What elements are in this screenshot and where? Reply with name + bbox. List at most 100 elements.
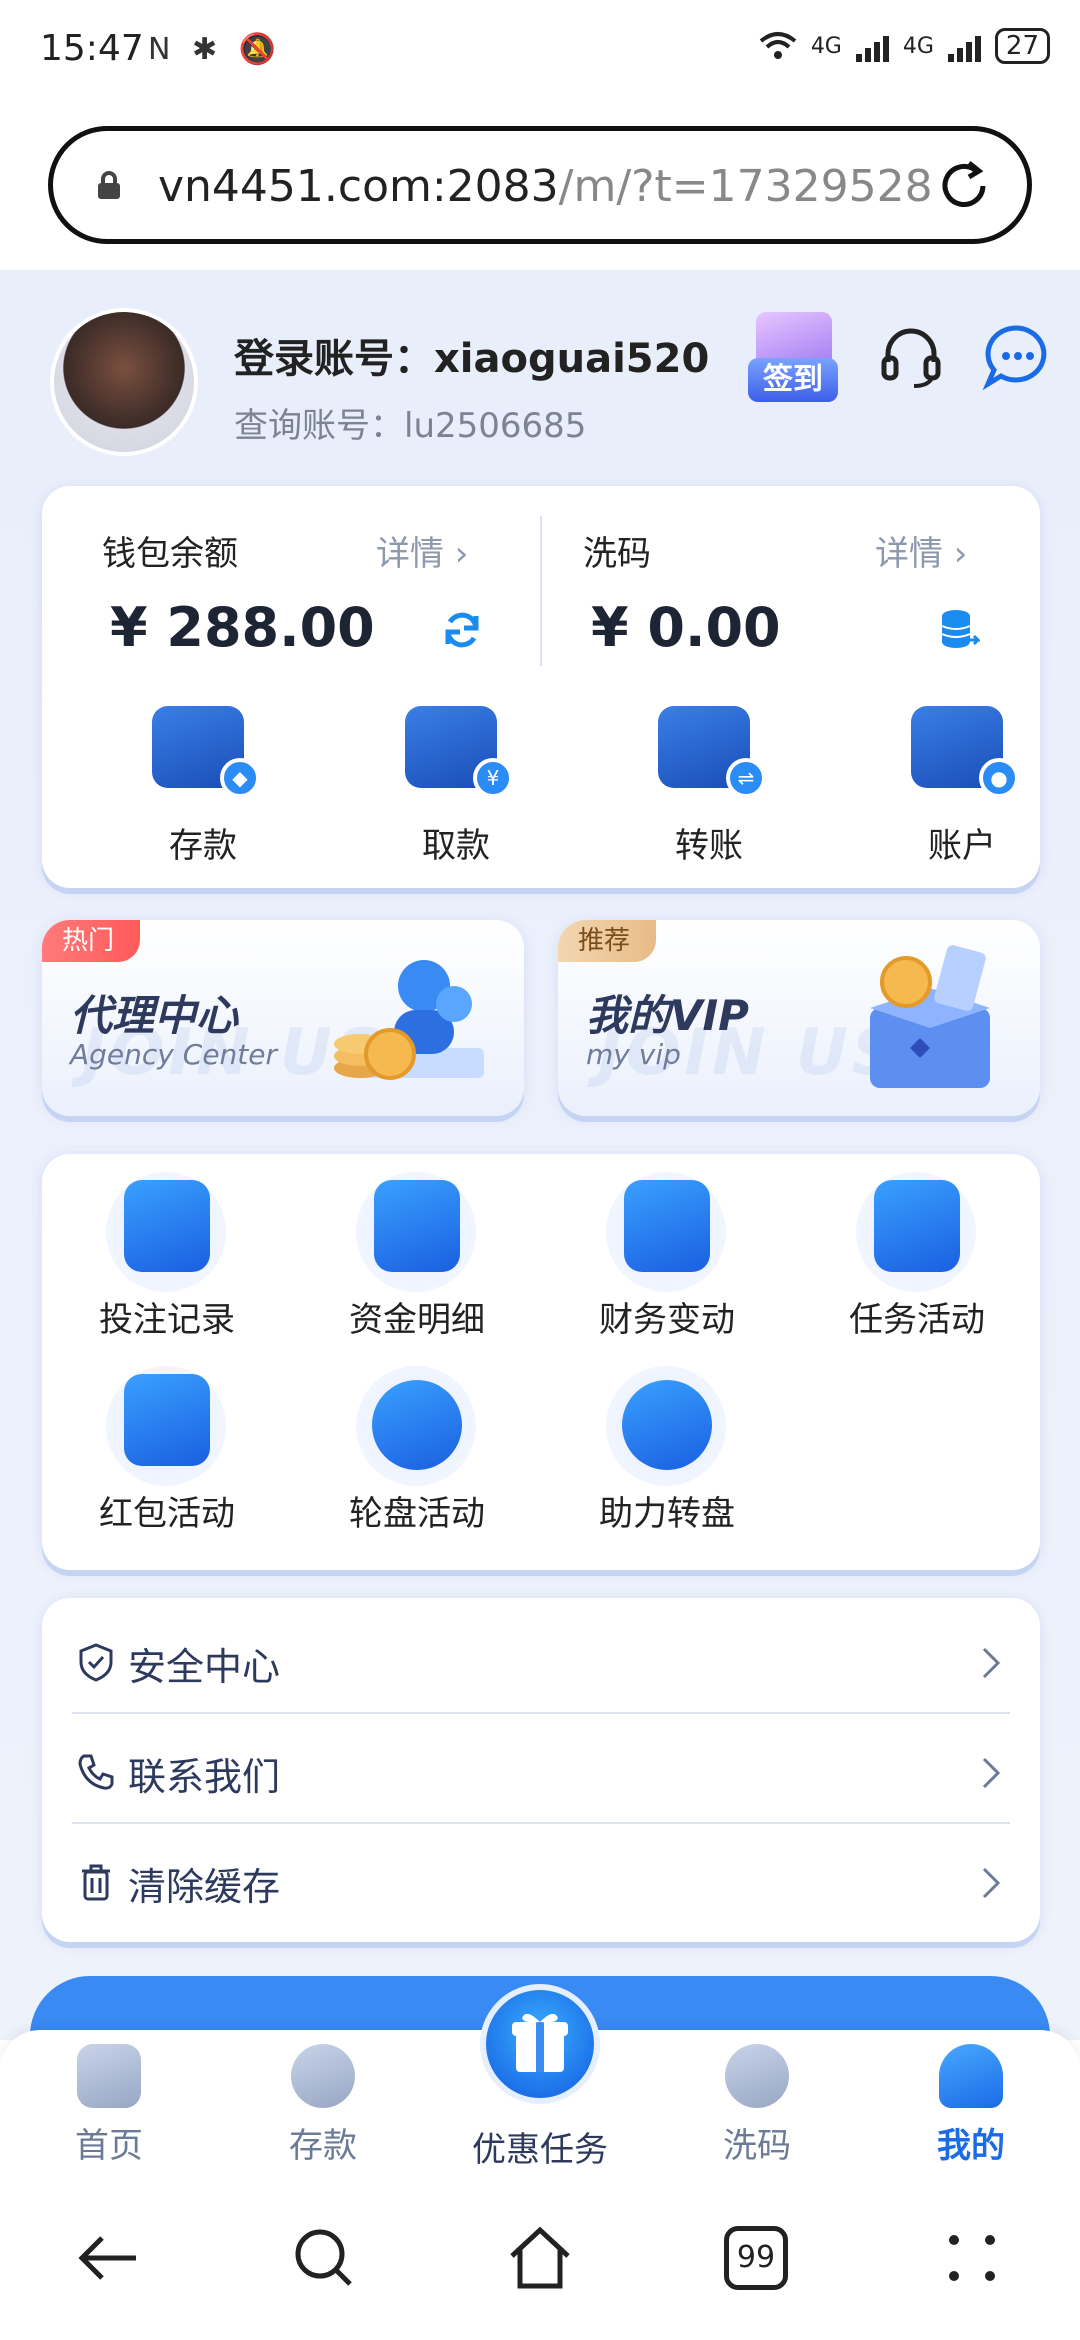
tab-deposit-label: 存款 — [289, 2126, 357, 2166]
user-icon — [939, 2044, 1003, 2108]
wifi-icon — [759, 32, 797, 59]
tab-home-label: 首页 — [75, 2126, 143, 2166]
task-activity-label: 任务活动 — [849, 1300, 985, 1340]
assist-wheel-item[interactable]: 助力转盘 — [542, 1348, 792, 1534]
agency-title: 代理中心 — [70, 991, 239, 1040]
tab-mine-label: 我的 — [937, 2126, 1005, 2166]
transfer-badge-icon: ⇌ — [726, 758, 766, 798]
clear-cache-row[interactable]: 清除缓存 — [72, 1826, 1010, 1934]
status-bar: 15:47 N ✱ 🔕 4G 4G 27 — [0, 0, 1080, 100]
recommend-tag: 推荐 — [558, 920, 657, 962]
vip-banner[interactable]: JOIN US 推荐 我的VIP my vip — [558, 920, 1040, 1116]
balance-amount: ¥ 288.00 — [110, 596, 375, 659]
tabs-icon[interactable]: 99 — [720, 2222, 792, 2294]
fund-detail-item[interactable]: 资金明细 — [292, 1154, 542, 1340]
wash-title: 洗码 — [583, 534, 651, 574]
trash-icon — [82, 1864, 110, 1901]
balance-detail-link[interactable]: 详情 › — [376, 526, 468, 575]
account-action[interactable]: ● 账户 — [837, 706, 1080, 876]
balance-title: 钱包余额 — [102, 534, 238, 574]
signin-label: 签到 — [748, 358, 838, 402]
deposit-action[interactable]: ◆ 存款 — [78, 706, 328, 876]
battery-icon: 27 — [994, 28, 1050, 64]
tabs-count: 99 — [724, 2226, 788, 2290]
notebook-icon — [374, 1180, 460, 1272]
status-right-icons: 4G 4G 27 — [759, 28, 1050, 64]
search-icon[interactable] — [288, 2222, 360, 2294]
agency-center-banner[interactable]: JOIN US 热门 代理中心 Agency Center — [42, 920, 524, 1116]
bet-record-label: 投注记录 — [99, 1300, 235, 1340]
tab-wash-label: 洗码 — [723, 2126, 791, 2166]
url-host: vn4451.com:2083 — [158, 161, 559, 212]
menu-dots-icon[interactable] — [936, 2222, 1008, 2294]
contact-us-row[interactable]: 联系我们 — [72, 1716, 1010, 1824]
deposit-badge-icon: ◆ — [220, 758, 260, 798]
red-envelope-item[interactable]: 红包活动 — [42, 1348, 292, 1534]
home-icon — [77, 2044, 141, 2108]
agency-subtitle: Agency Center — [70, 1038, 278, 1071]
signal-1-icon — [855, 30, 889, 62]
tab-mine[interactable]: 我的 — [896, 2044, 1046, 2167]
wash-icon — [725, 2044, 789, 2108]
url-text[interactable]: vn4451.com:2083/m/?t=17329528 — [158, 161, 948, 212]
account-label: 账户 — [928, 826, 996, 866]
star-calendar-icon — [874, 1180, 960, 1272]
tab-home[interactable]: 首页 — [34, 2044, 184, 2167]
transfer-label: 转账 — [675, 826, 743, 866]
chevron-right-icon — [982, 1647, 1001, 1679]
agency-coins-icon — [334, 960, 484, 1080]
reload-icon[interactable] — [935, 157, 993, 215]
system-nav-bar: 99 — [0, 2174, 1080, 2340]
query-account: 查询账号：lu2506685 — [234, 406, 587, 446]
avatar[interactable] — [50, 308, 198, 456]
prize-wheel-icon — [622, 1380, 712, 1470]
gift-icon — [512, 2013, 568, 2072]
vip-title: 我的VIP — [586, 991, 749, 1040]
wallet-card: 钱包余额 详情 › ¥ 288.00 洗码 详情 › ¥ 0.00 ◆ 存款 ¥… — [42, 486, 1040, 888]
fund-detail-label: 资金明细 — [349, 1300, 485, 1340]
refresh-icon[interactable] — [440, 608, 484, 652]
database-icon[interactable] — [940, 608, 980, 652]
chat-icon[interactable] — [982, 322, 1052, 392]
vip-subtitle: my vip — [586, 1038, 681, 1071]
security-center-label: 安全中心 — [128, 1645, 281, 1689]
assist-wheel-label: 助力转盘 — [599, 1494, 735, 1534]
functions-card: 投注记录 资金明细 财务变动 任务活动 红包活动 轮盘活动 助力转盘 — [42, 1154, 1040, 1570]
task-activity-item[interactable]: 任务活动 — [792, 1154, 1042, 1340]
phone-icon — [78, 1754, 114, 1790]
wheel-icon — [372, 1380, 462, 1470]
spade-book-icon — [124, 1180, 210, 1272]
wash-amount: ¥ 0.00 — [591, 596, 781, 659]
roulette-label: 轮盘活动 — [349, 1494, 485, 1534]
signin-button[interactable]: 签到 — [748, 306, 838, 406]
wash-section: 洗码 详情 › ¥ 0.00 — [541, 486, 1040, 686]
url-path: /m/?t=17329528 — [558, 161, 933, 212]
signal-1-label: 4G — [810, 33, 842, 59]
headset-icon[interactable] — [876, 322, 946, 392]
deposit-icon — [291, 2044, 355, 2108]
balance-section: 钱包余额 详情 › ¥ 288.00 — [42, 486, 541, 686]
wash-detail-link[interactable]: 详情 › — [875, 526, 967, 575]
red-envelope-label: 红包活动 — [99, 1494, 235, 1534]
withdraw-action[interactable]: ¥ 取款 — [331, 706, 581, 876]
roulette-item[interactable]: 轮盘活动 — [292, 1348, 542, 1534]
tab-wash[interactable]: 洗码 — [682, 2044, 832, 2167]
settings-card: 安全中心 联系我们 清除缓存 — [42, 1598, 1040, 1942]
signal-2-icon — [947, 30, 981, 62]
security-center-row[interactable]: 安全中心 — [72, 1606, 1010, 1714]
address-bar[interactable]: vn4451.com:2083/m/?t=17329528 — [48, 126, 1032, 244]
shield-icon — [79, 1643, 113, 1682]
contact-us-label: 联系我们 — [128, 1755, 281, 1799]
tab-deposit[interactable]: 存款 — [248, 2044, 398, 2167]
bet-record-item[interactable]: 投注记录 — [42, 1154, 292, 1340]
chevron-right-icon — [982, 1867, 1001, 1899]
withdraw-badge-icon: ¥ — [473, 758, 513, 798]
withdraw-label: 取款 — [422, 826, 490, 866]
back-icon[interactable] — [72, 2222, 144, 2294]
finance-change-item[interactable]: 财务变动 — [542, 1154, 792, 1340]
promo-task-button[interactable] — [480, 1984, 600, 2104]
clear-cache-label: 清除缓存 — [128, 1865, 281, 1909]
transfer-action[interactable]: ⇌ 转账 — [584, 706, 834, 876]
login-account: 登录账号：xiaoguai520 — [234, 336, 710, 382]
home-nav-icon[interactable] — [504, 2222, 576, 2294]
